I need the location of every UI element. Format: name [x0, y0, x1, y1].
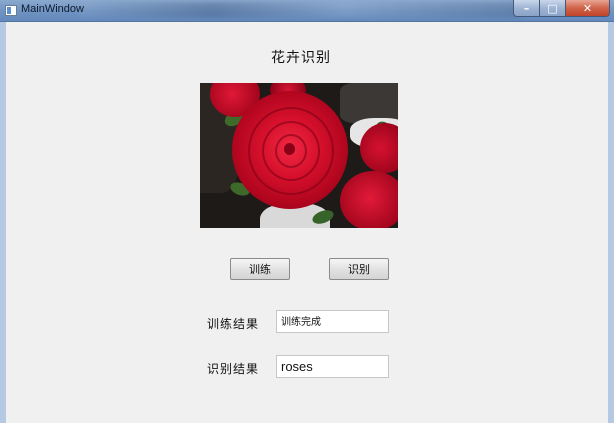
- minimize-icon: –: [523, 1, 530, 15]
- train-result-field[interactable]: 训练完成: [276, 310, 389, 333]
- train-button[interactable]: 训练: [230, 258, 290, 280]
- flower-image: [200, 83, 398, 228]
- train-result-label: 训练结果: [207, 317, 260, 331]
- close-icon: ✕: [582, 1, 593, 15]
- recognize-result-label: 识别结果: [207, 362, 260, 376]
- maximize-icon: □: [547, 1, 558, 15]
- page-title: 花卉识别: [271, 50, 331, 66]
- window-border-right: [608, 22, 614, 423]
- close-button[interactable]: ✕: [566, 0, 610, 17]
- main-window-client: 花卉识别 训练 识别 训练结果 训练完成 识别结果 roses: [6, 22, 608, 423]
- recognize-result-field[interactable]: roses: [276, 355, 389, 378]
- app-icon[interactable]: [5, 5, 17, 16]
- title-bar[interactable]: MainWindow – □ ✕: [0, 0, 614, 22]
- window-title: MainWindow: [21, 3, 84, 15]
- minimize-button[interactable]: –: [513, 0, 540, 17]
- window-controls: – □ ✕: [513, 0, 610, 18]
- title-bar-background: [80, 2, 520, 18]
- maximize-button[interactable]: □: [540, 0, 566, 17]
- recognize-button[interactable]: 识别: [329, 258, 389, 280]
